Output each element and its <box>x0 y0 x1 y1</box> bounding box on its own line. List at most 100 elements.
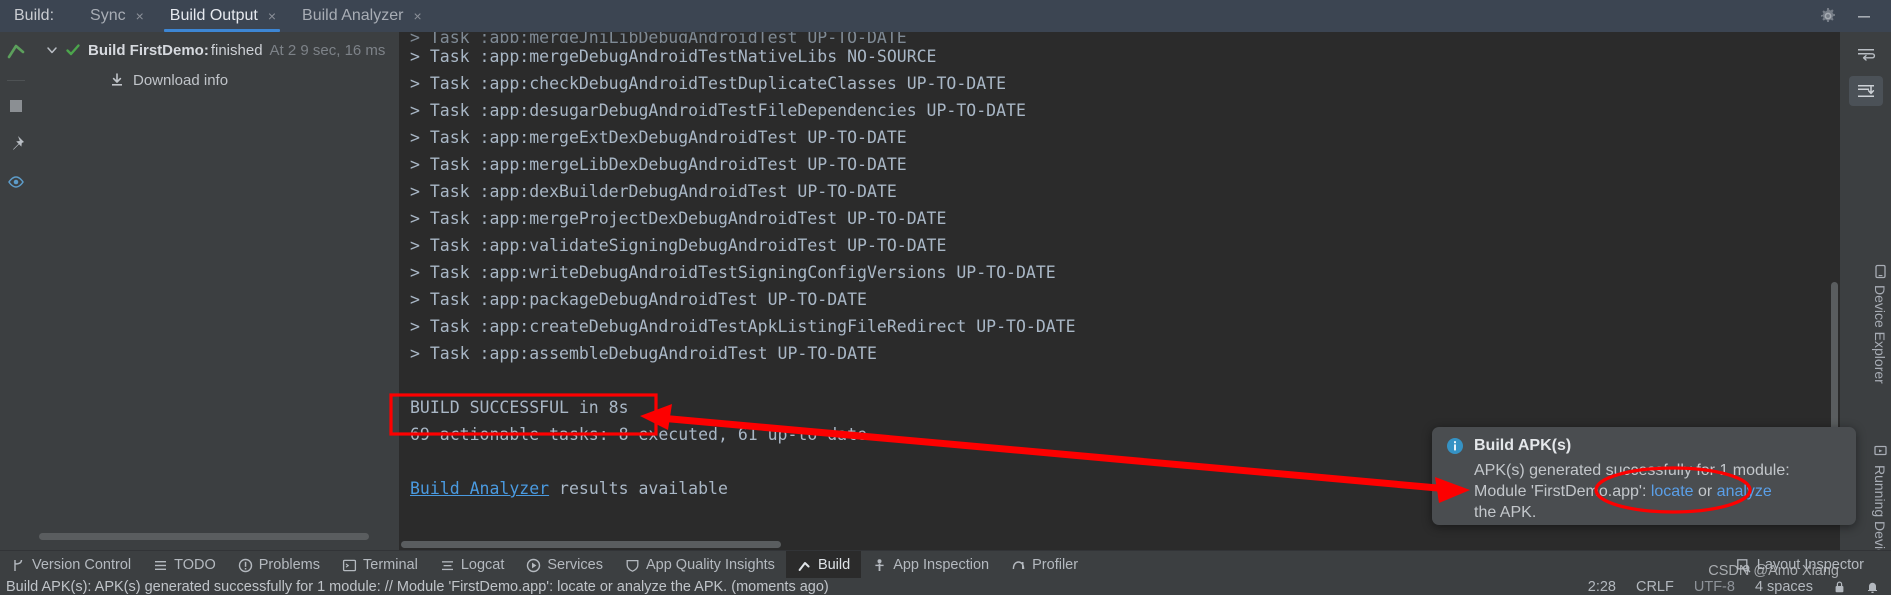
eye-icon[interactable] <box>5 171 27 193</box>
line-separator[interactable]: CRLF <box>1636 579 1674 595</box>
tool-button-label: Build <box>817 557 851 573</box>
build-apk-notification-balloon[interactable]: Build APK(s) APK(s) generated successful… <box>1432 427 1856 525</box>
notifications-icon[interactable] <box>1866 580 1879 594</box>
status-bar: Build APK(s): APK(s) generated successfu… <box>0 578 1891 595</box>
console-line: > Task :app:checkDebugAndroidTestDuplica… <box>410 74 1007 93</box>
tabbar-actions <box>1819 7 1891 25</box>
tool-button-label: Terminal <box>363 557 418 573</box>
file-encoding[interactable]: UTF-8 <box>1694 579 1735 595</box>
close-icon[interactable]: × <box>268 9 276 23</box>
soft-wrap-icon <box>1858 49 1876 61</box>
tool-button-build[interactable]: Build <box>785 551 862 579</box>
status-bar-right: 2:28 CRLF UTF-8 4 spaces <box>1588 579 1891 595</box>
tool-button-label: Profiler <box>1032 557 1079 573</box>
scroll-to-end-button[interactable] <box>1849 76 1883 106</box>
balloon-line2-mid: or <box>1693 483 1717 500</box>
balloon-title: Build APK(s) <box>1474 437 1572 454</box>
console-line-clipped: > Task :app:mergeJniLibDebugAndroidTest … <box>410 32 907 43</box>
minimize-icon[interactable] <box>1855 7 1873 25</box>
tree-row-build-result[interactable]: Build FirstDemo: finished At 2 9 sec, 16… <box>31 38 399 62</box>
tool-button-logcat[interactable]: Logcat <box>429 551 516 579</box>
tool-button-version-control[interactable]: Version Control <box>0 551 142 579</box>
tool-button-label: App Inspection <box>893 557 990 573</box>
console-line: > Task :app:desugarDebugAndroidTestFileD… <box>410 101 1026 120</box>
console-build-successful: BUILD SUCCESSFUL in 8s <box>410 398 629 417</box>
build-actions-strip <box>0 32 32 558</box>
inspection-icon <box>875 558 884 571</box>
watermark: CSDN @Amo Xiang <box>1708 563 1839 579</box>
status-message[interactable]: Build APK(s): APK(s) generated successfu… <box>6 579 829 595</box>
tree-build-name: Build FirstDemo: <box>88 41 209 59</box>
green-check-icon <box>66 44 80 56</box>
console-horizontal-scrollbar-track[interactable] <box>399 539 1840 550</box>
build-analyzer-suffix: results available <box>549 479 728 498</box>
device-explorer-icon <box>1874 264 1886 279</box>
tool-button-app-quality-insights[interactable]: App Quality Insights <box>614 551 786 579</box>
tool-button-todo[interactable]: TODO <box>142 551 227 579</box>
tool-button-label: Problems <box>258 557 321 573</box>
build-run-icon[interactable] <box>5 40 27 62</box>
console-horizontal-scrollbar-thumb[interactable] <box>401 541 781 548</box>
soft-wrap-button[interactable] <box>1849 40 1883 70</box>
services-icon <box>527 558 541 572</box>
console-line: > Task :app:dexBuilderDebugAndroidTest U… <box>410 182 897 201</box>
tree-build-time: At 2 9 sec, 16 ms <box>269 41 386 59</box>
balloon-body: APK(s) generated successfully for 1 modu… <box>1474 460 1842 523</box>
console-line: > Task :app:writeDebugAndroidTestSigning… <box>410 263 1056 282</box>
close-icon[interactable]: × <box>136 9 144 23</box>
build-analyzer-link[interactable]: Build Analyzer <box>410 479 549 498</box>
tool-button-device-explorer[interactable]: Device Explorer <box>1872 264 1888 384</box>
strip-divider <box>6 80 25 81</box>
tab-build-output[interactable]: Build Output × <box>156 0 288 32</box>
tool-button-problems[interactable]: Problems <box>227 551 331 579</box>
download-icon <box>112 73 122 86</box>
console-vertical-scrollbar-thumb[interactable] <box>1831 282 1838 432</box>
terminal-icon <box>342 559 357 571</box>
stop-icon[interactable] <box>5 95 27 117</box>
chevron-down-icon[interactable] <box>45 43 59 57</box>
lock-icon[interactable] <box>1833 580 1846 594</box>
android-studio-build-window: Build: Sync × Build Output × Build Analy… <box>0 0 1891 595</box>
console-line: > Task :app:packageDebugAndroidTest UP-T… <box>410 290 867 309</box>
tab-build-analyzer-label: Build Analyzer <box>302 7 404 24</box>
balloon-line3: the APK. <box>1474 504 1537 521</box>
branch-icon <box>14 559 23 571</box>
tool-button-profiler[interactable]: Profiler <box>1000 551 1089 579</box>
tab-build-output-label: Build Output <box>169 7 258 24</box>
error-icon <box>238 558 252 572</box>
tool-button-terminal[interactable]: Terminal <box>331 551 429 579</box>
console-line: > Task :app:assembleDebugAndroidTest UP-… <box>410 344 877 363</box>
tab-build-analyzer[interactable]: Build Analyzer × <box>288 0 434 32</box>
tool-window-bar: Version Control TODO Problems Terminal L… <box>0 550 1891 579</box>
balloon-line2-prefix: Module 'FirstDemo.app': <box>1474 483 1651 500</box>
device-explorer-label: Device Explorer <box>1872 285 1888 384</box>
tool-button-app-inspection[interactable]: App Inspection <box>861 551 1000 579</box>
pin-icon[interactable] <box>5 133 27 155</box>
indent-setting[interactable]: 4 spaces <box>1755 579 1813 595</box>
console-line: > Task :app:createDebugAndroidTestApkLis… <box>410 317 1076 336</box>
tab-sync[interactable]: Sync × <box>76 0 156 32</box>
hammer-icon <box>798 561 810 571</box>
tool-button-services[interactable]: Services <box>515 551 614 579</box>
build-tool-window-tabbar: Build: Sync × Build Output × Build Analy… <box>0 0 1891 32</box>
tool-button-label: Services <box>547 557 603 573</box>
console-line: > Task :app:mergeDebugAndroidTestNativeL… <box>410 47 937 66</box>
locate-link[interactable]: locate <box>1651 483 1694 500</box>
close-icon[interactable]: × <box>413 9 421 23</box>
tree-row-download-info[interactable]: Download info <box>31 68 399 92</box>
tab-sync-label: Sync <box>90 7 126 24</box>
balloon-line1: APK(s) generated successfully for 1 modu… <box>1474 462 1790 479</box>
caret-position[interactable]: 2:28 <box>1588 579 1616 595</box>
tool-button-label: TODO <box>174 557 216 573</box>
list-icon <box>155 560 167 570</box>
logcat-icon <box>441 560 453 570</box>
scroll-to-end-icon <box>1858 85 1875 97</box>
console-line: > Task :app:mergeLibDexDebugAndroidTest … <box>410 155 907 174</box>
tree-horizontal-scrollbar[interactable] <box>39 533 369 540</box>
console-line: > Task :app:mergeProjectDexDebugAndroidT… <box>410 209 947 228</box>
analyze-link[interactable]: analyze <box>1717 483 1772 500</box>
console-line: > Task :app:mergeExtDexDebugAndroidTest … <box>410 128 907 147</box>
shield-icon <box>626 559 639 572</box>
gear-icon[interactable] <box>1819 7 1837 25</box>
